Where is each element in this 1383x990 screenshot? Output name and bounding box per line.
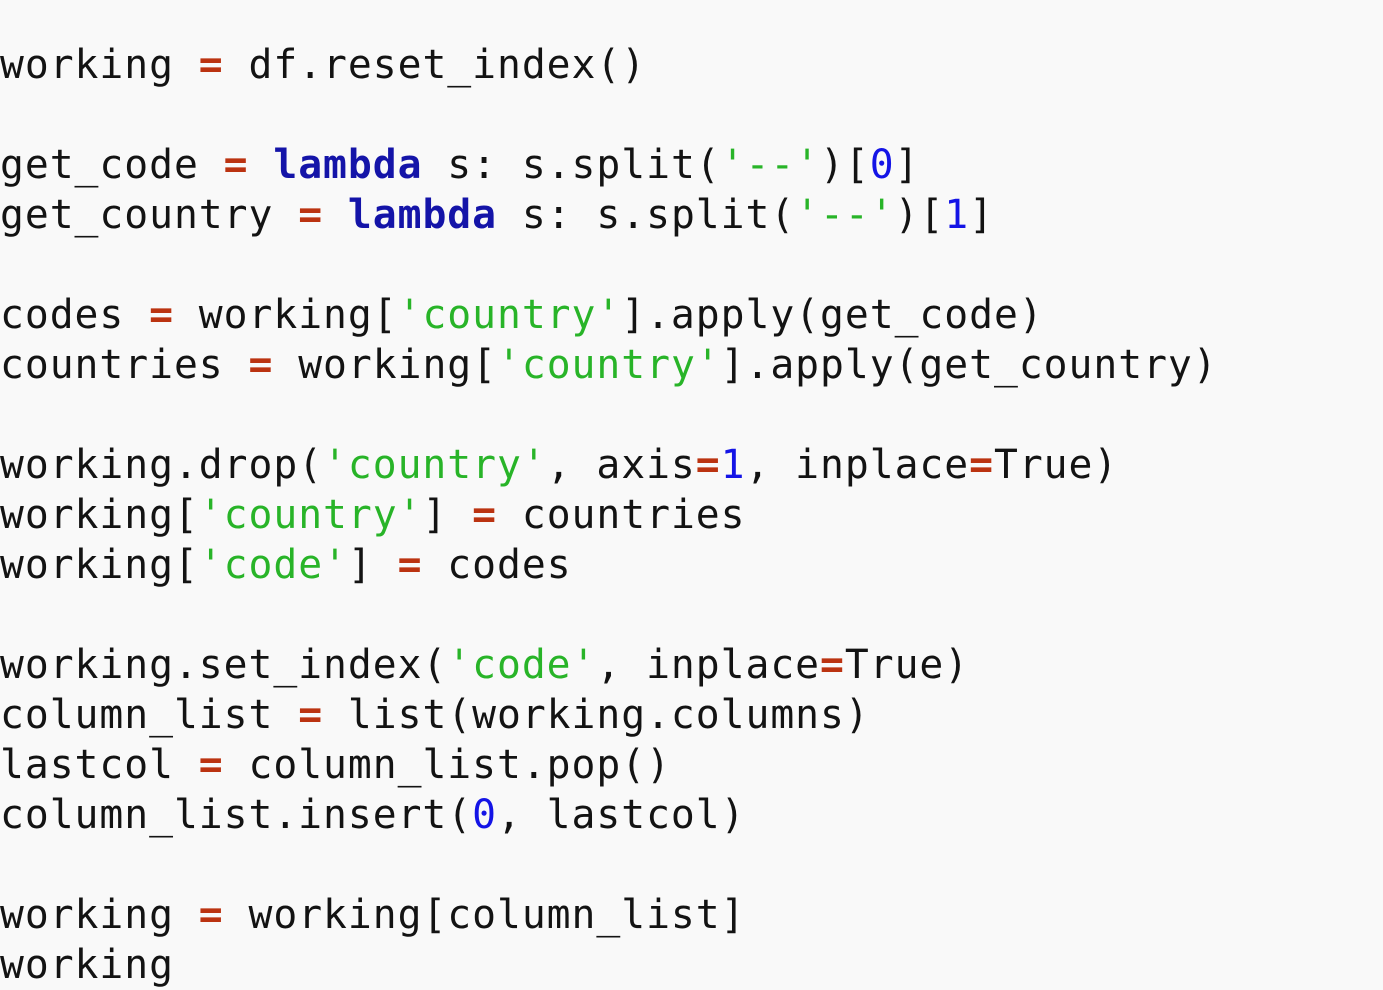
code-line[interactable]: countries = working['country'].apply(get… [0,340,1383,390]
code-line[interactable]: get_code = lambda s: s.split('--')[0] [0,140,1383,190]
code-line[interactable]: lastcol = column_list.pop() [0,740,1383,790]
code-token-plain: ] [347,541,398,588]
code-token-operator: = [820,641,845,688]
code-token-plain: column_list.pop() [223,741,671,788]
code-token-plain: ].apply(get_country) [720,341,1218,388]
code-token-plain: column_list.insert( [0,791,473,838]
code-token-plain: get_code [0,141,224,188]
code-token-number: 1 [944,191,970,238]
code-token-plain: working.set_index( [0,641,448,688]
code-token-operator: = [198,891,224,938]
code-line[interactable]: get_country = lambda s: s.split('--')[1] [0,190,1383,240]
code-token-operator: = [298,191,324,238]
code-token-operator: = [198,741,224,788]
code-token-plain: ] [422,491,473,538]
code-token-number: 0 [869,141,895,188]
code-token-string: 'country' [198,491,423,538]
code-token-operator: = [472,491,497,538]
code-token-plain: working[ [273,341,497,388]
code-token-plain: s: s.split( [497,191,796,238]
code-token-plain: )[ [894,191,945,238]
code-line[interactable]: column_list = list(working.columns) [0,690,1383,740]
code-token-plain: , inplace [745,441,970,488]
code-line[interactable]: working = working[column_list] [0,890,1383,940]
code-token-keyword: lambda [273,141,423,188]
code-line[interactable]: codes = working['country'].apply(get_cod… [0,290,1383,340]
code-token-plain: working[ [0,491,199,538]
code-token-string: 'country' [497,341,721,388]
code-listing[interactable]: working = df.reset_index() get_code = la… [0,39,1383,988]
code-token-plain: working[ [0,541,199,588]
code-token-plain: True) [844,641,970,688]
code-token-operator: = [198,41,224,88]
code-token-plain: working[ [173,291,398,338]
code-line[interactable]: column_list.insert(0, lastcol) [0,790,1383,840]
code-token-plain: working.drop( [0,441,324,488]
code-token-plain: , lastcol) [496,791,746,838]
code-token-plain: codes [0,291,150,338]
code-token-plain: True) [993,441,1119,488]
code-token-number: 0 [472,791,497,838]
code-token-keyword: lambda [347,191,497,238]
code-token-plain: s: s.split( [422,141,721,188]
code-token-operator: = [248,341,274,388]
code-token-plain: df.reset_index() [223,41,647,88]
code-line[interactable]: working['code'] = codes [0,540,1383,590]
code-token-operator: = [695,441,721,488]
code-token-operator: = [969,441,994,488]
code-line[interactable]: working [0,940,1383,990]
code-line[interactable]: working['country'] = countries [0,490,1383,540]
code-token-string: '--' [795,191,895,238]
code-token-plain: working [0,891,199,938]
code-token-string: 'code' [198,541,348,588]
code-token-plain: , axis [546,441,696,488]
code-token-plain: countries [0,341,249,388]
code-token-plain: codes [422,541,572,588]
code-token-string: 'country' [397,291,622,338]
code-token-string: 'code' [447,641,597,688]
code-token-plain: working [0,41,199,88]
code-token-plain: ] [894,141,920,188]
code-token-operator: = [223,141,249,188]
code-token-operator: = [149,291,174,338]
code-line[interactable]: working.set_index('code', inplace=True) [0,640,1383,690]
code-token-plain: countries [497,491,746,538]
code-line[interactable]: working.drop('country', axis=1, inplace=… [0,440,1383,490]
code-token-plain: ] [969,191,995,238]
code-token-plain: column_list [0,691,299,738]
code-token-number: 1 [720,441,746,488]
code-token-plain: working[column_list] [223,891,746,938]
code-token-plain: working [0,941,174,988]
code-token-plain: lastcol [0,741,199,788]
code-token-operator: = [298,691,324,738]
code-token-plain: list(working.columns) [323,691,870,738]
code-line[interactable]: working = df.reset_index() [0,40,1383,90]
code-token-plain: )[ [820,141,870,188]
code-token-plain: get_country [0,191,299,238]
code-token-operator: = [397,541,423,588]
code-token-plain: ].apply(get_code) [621,291,1044,338]
code-token-plain: , inplace [596,641,821,688]
code-token-string: 'country' [323,441,547,488]
code-token-string: '--' [720,141,821,188]
